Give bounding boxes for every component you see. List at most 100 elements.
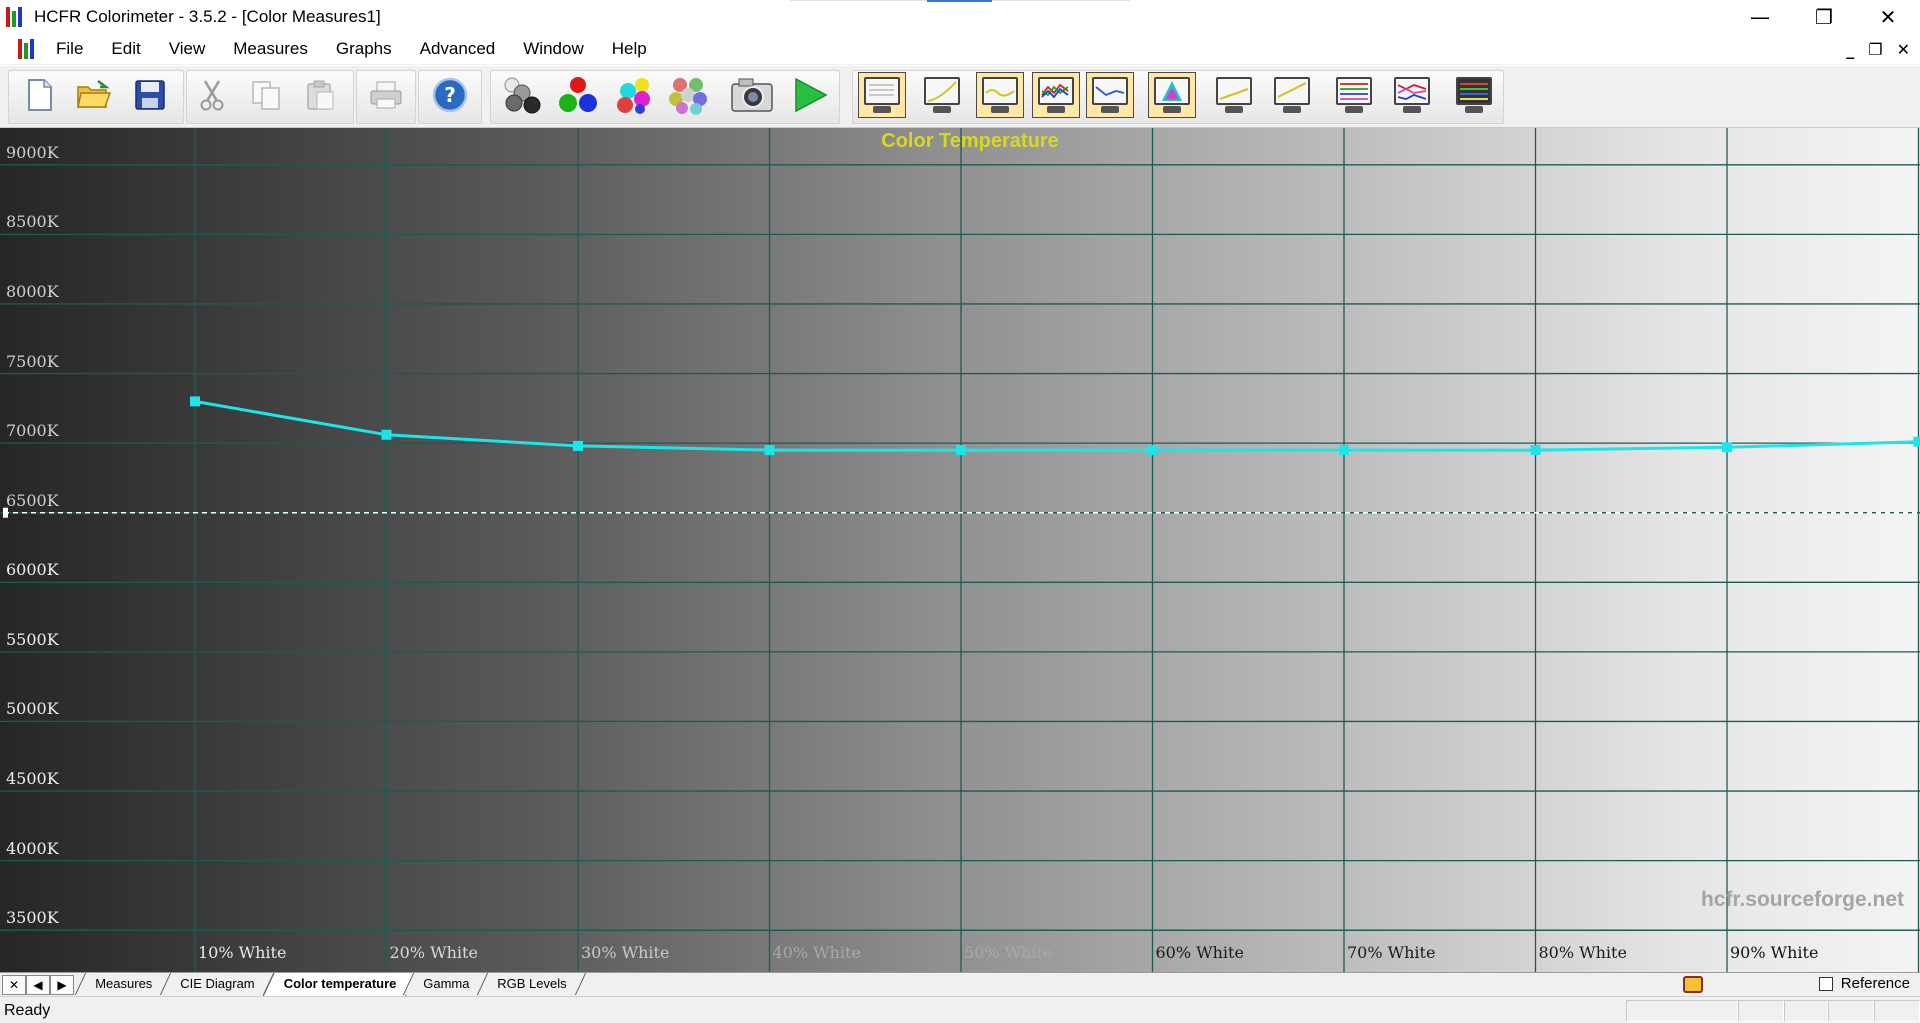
minimize-button[interactable]: —: [1728, 0, 1792, 33]
menu-view[interactable]: View: [159, 33, 216, 65]
measure-all-colors-icon[interactable]: [664, 72, 712, 118]
paste-icon[interactable]: [296, 72, 344, 118]
tab-gamma[interactable]: Gamma: [403, 973, 490, 995]
mdi-restore-button[interactable]: ❐: [1868, 40, 1882, 59]
y-tick-label: 7500K: [6, 351, 59, 371]
svg-text:?: ?: [444, 83, 456, 107]
cut-icon[interactable]: [188, 72, 236, 118]
measure-primaries-icon[interactable]: [554, 72, 602, 118]
status-panel: [1738, 1000, 1784, 1022]
play-icon[interactable]: [786, 72, 834, 118]
menu-edit[interactable]: Edit: [101, 33, 150, 65]
save-icon[interactable]: [126, 72, 174, 118]
y-tick-label: 6500K: [6, 490, 59, 510]
x-tick-label: 90% White: [1730, 943, 1819, 962]
camera-icon[interactable]: [728, 72, 776, 118]
title-focus-indicator: [927, 0, 992, 2]
status-panel: [1784, 1000, 1828, 1022]
menu-file[interactable]: File: [46, 33, 93, 65]
copy-icon[interactable]: [242, 72, 290, 118]
view-cie-icon[interactable]: [1148, 72, 1196, 118]
menu-measures[interactable]: Measures: [223, 33, 318, 65]
x-tick-label: 40% White: [772, 943, 861, 962]
x-tick-label: 10% White: [198, 943, 287, 962]
status-panel: [1874, 1000, 1920, 1022]
data-point: [1530, 445, 1541, 456]
tab-next-button[interactable]: ▶: [50, 975, 74, 995]
open-folder-icon[interactable]: [70, 72, 118, 118]
data-point: [190, 396, 200, 407]
restore-button[interactable]: ❐: [1792, 0, 1856, 33]
tab-list: Measures CIE Diagram Color temperature G…: [74, 973, 587, 997]
reference-toggle[interactable]: Reference: [1818, 975, 1910, 992]
view-tab-strip: ✕ ◀ ▶ Measures CIE Diagram Color tempera…: [0, 972, 1920, 997]
view-luminance-icon[interactable]: [918, 72, 966, 118]
menu-window[interactable]: Window: [513, 33, 593, 65]
tab-rgb-levels[interactable]: RGB Levels: [477, 973, 587, 995]
status-text: Ready: [4, 1002, 51, 1019]
close-button[interactable]: ✕: [1856, 0, 1920, 33]
tab-color-temperature[interactable]: Color temperature: [261, 973, 416, 997]
measure-grayscale-icon[interactable]: [498, 72, 546, 118]
menu-advanced[interactable]: Advanced: [410, 33, 506, 65]
view-measures-icon[interactable]: [1450, 72, 1498, 118]
color-temperature-graph: Color Temperature 9000K 8500K 8000K 7500K 70…: [0, 128, 1920, 972]
help-icon[interactable]: ?: [426, 72, 474, 118]
x-tick-label: 50% White: [964, 943, 1053, 962]
data-point: [1147, 445, 1158, 456]
data-point: [1339, 445, 1349, 456]
reference-checkbox[interactable]: [1818, 976, 1833, 991]
toolbar: ?: [0, 66, 1920, 128]
x-tick-label: 20% White: [389, 943, 478, 962]
data-point: [381, 429, 392, 440]
x-tick-label: 80% White: [1538, 943, 1627, 962]
status-panel: [1626, 1000, 1738, 1022]
data-point: [573, 440, 583, 451]
data-point: [764, 445, 775, 456]
view-data-icon[interactable]: [858, 72, 906, 118]
watermark: hcfr.sourceforge.net: [1700, 888, 1904, 911]
y-tick-label: 6000K: [6, 560, 59, 580]
mdi-controls: _ ❐ ✕: [1846, 33, 1910, 65]
reference-badge-icon[interactable]: [1683, 976, 1703, 993]
reference-label: Reference: [1840, 975, 1910, 992]
tab-cie-diagram[interactable]: CIE Diagram: [159, 973, 275, 995]
view-saturation-icon[interactable]: [1330, 72, 1378, 118]
mdi-close-button[interactable]: ✕: [1897, 40, 1910, 59]
view-saturation-shift-icon[interactable]: [1388, 72, 1436, 118]
mdi-minimize-button[interactable]: _: [1846, 40, 1854, 59]
status-panels: [1626, 1000, 1920, 1022]
y-tick-label: 5000K: [6, 699, 59, 719]
app-logo-icon: [6, 6, 26, 27]
tab-measures[interactable]: Measures: [74, 973, 173, 995]
y-tick-label: 3500K: [6, 908, 59, 928]
view-color-temp-icon[interactable]: [1086, 72, 1134, 118]
view-near-white-icon[interactable]: [1268, 72, 1316, 118]
tab-navigation: ✕ ◀ ▶: [2, 975, 74, 995]
data-point: [1722, 442, 1732, 453]
x-tick-label: 70% White: [1347, 943, 1436, 962]
measure-secondaries-icon[interactable]: [610, 72, 658, 118]
tab-label: RGB Levels: [497, 976, 568, 991]
view-rgb-levels-icon[interactable]: [1032, 72, 1080, 118]
y-tick-label: 8500K: [6, 212, 59, 232]
tab-label: CIE Diagram: [180, 976, 255, 991]
window-controls: — ❐ ✕: [1728, 0, 1920, 33]
menu-help[interactable]: Help: [602, 33, 657, 65]
x-tick-label: 30% White: [581, 943, 670, 962]
status-panel: [1828, 1000, 1874, 1022]
tab-label: Gamma: [423, 976, 470, 991]
status-bar: Ready: [0, 996, 1920, 1023]
y-tick-label: 5500K: [6, 629, 59, 649]
chart-canvas: [0, 128, 1920, 972]
tab-label: Color temperature: [283, 976, 396, 991]
document-icon[interactable]: [18, 38, 38, 59]
view-near-black-icon[interactable]: [1210, 72, 1258, 118]
tab-prev-button[interactable]: ◀: [26, 975, 50, 995]
new-icon[interactable]: [16, 72, 64, 118]
view-gamma-icon[interactable]: [976, 72, 1024, 118]
data-point: [1913, 436, 1920, 447]
menu-graphs[interactable]: Graphs: [326, 33, 402, 65]
tab-close-button[interactable]: ✕: [2, 975, 26, 995]
print-icon[interactable]: [362, 72, 410, 118]
